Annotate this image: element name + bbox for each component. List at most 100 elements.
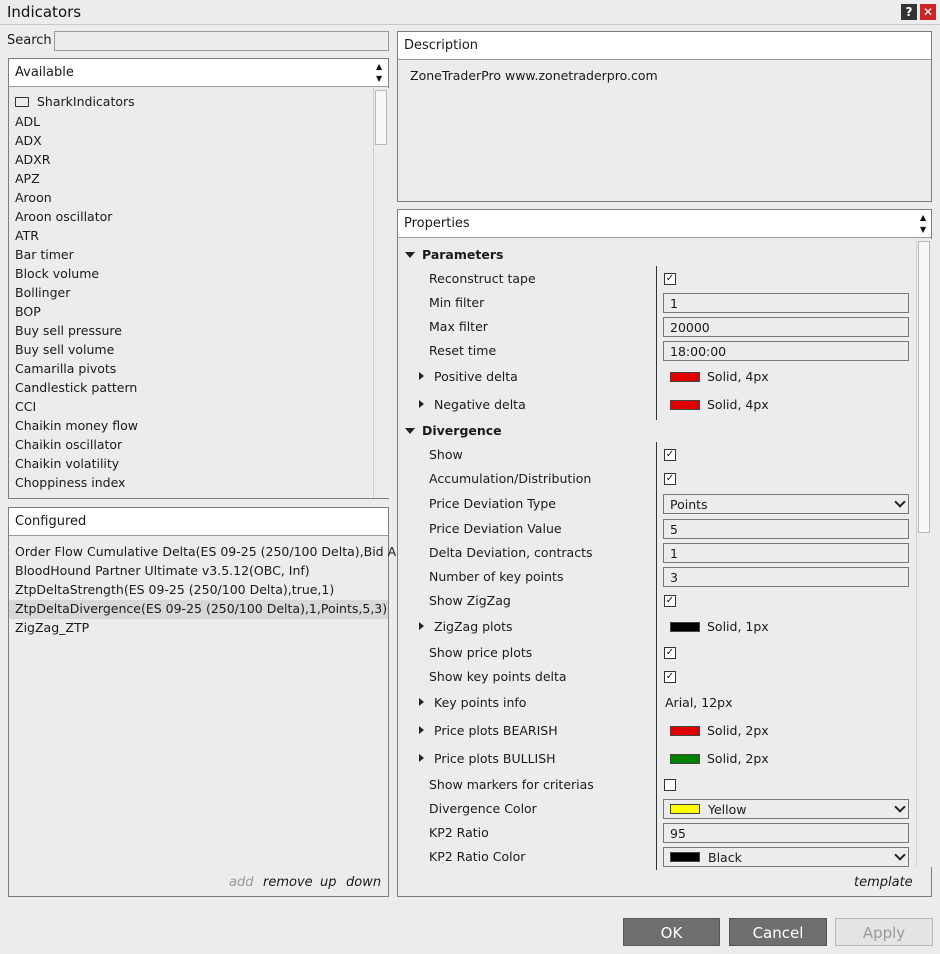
zigzag-swatch [670, 622, 700, 632]
reset-time-field[interactable]: 18:00:00 [663, 341, 909, 361]
bearish-swatch [670, 726, 700, 736]
expand-icon[interactable] [419, 622, 424, 630]
apply-button[interactable]: Apply [835, 918, 933, 946]
list-item[interactable]: Choppiness index [15, 475, 125, 490]
list-item[interactable]: CCI [15, 399, 36, 414]
title-bar [0, 0, 940, 25]
close-button[interactable]: ✕ [920, 4, 936, 20]
list-item[interactable]: Buy sell pressure [15, 323, 122, 338]
list-item[interactable]: ADX [15, 133, 42, 148]
expand-icon[interactable] [419, 400, 424, 408]
row-plots-bullish[interactable]: Price plots BULLISH Solid, 2px [398, 747, 918, 771]
max-filter-field[interactable]: 20000 [663, 317, 909, 337]
row-positive-delta[interactable]: Positive delta Solid, 4px [398, 365, 918, 389]
collapse-icon[interactable] [405, 252, 415, 258]
props-scroll-thumb[interactable] [918, 241, 930, 533]
row-show-price-plots: Show price plots ✓ [429, 645, 676, 660]
list-item[interactable]: ATR [15, 228, 39, 243]
properties-scrollbar[interactable] [916, 239, 932, 867]
description-panel: Description ZoneTraderPro www.zonetrader… [397, 31, 932, 202]
accumulation-checkbox[interactable]: ✓ [664, 473, 676, 485]
list-item[interactable]: Aroon [15, 190, 52, 205]
row-plots-bearish[interactable]: Price plots BEARISH Solid, 2px [398, 719, 918, 743]
available-panel: Available ▲ ▼ SharkIndicators ADL ADX ADXR A… [8, 58, 389, 499]
row-kp2-ratio-color: KP2 Ratio Color Black [398, 845, 918, 869]
list-item[interactable]: Order Flow Cumulative Delta(ES 09-25 (25… [9, 543, 408, 562]
price-dev-type-select[interactable]: Points [663, 494, 909, 514]
expand-icon[interactable] [419, 754, 424, 762]
row-show-kp-delta: Show key points delta ✓ [429, 669, 676, 684]
list-item[interactable]: APZ [15, 171, 40, 186]
down-link[interactable]: down [346, 875, 381, 890]
scroll-down-icon[interactable]: ▼ [376, 75, 382, 83]
reconstruct-tape-checkbox[interactable]: ✓ [664, 273, 676, 285]
key-points-field[interactable]: 3 [663, 567, 909, 587]
template-link[interactable]: template [854, 875, 913, 890]
ok-button[interactable]: OK [623, 918, 720, 946]
property-grid: Parameters Reconstruct tape ✓ Min filter… [398, 243, 916, 873]
configured-header: Configured [9, 508, 388, 536]
folder-item[interactable]: SharkIndicators [15, 94, 135, 109]
list-item[interactable]: ZtpDeltaStrength(ES 09-25 (250/100 Delta… [9, 581, 388, 600]
available-scrollbar[interactable] [373, 88, 389, 498]
remove-link[interactable]: remove [263, 875, 313, 890]
show-zigzag-checkbox[interactable]: ✓ [664, 595, 676, 607]
show-checkbox[interactable]: ✓ [664, 449, 676, 461]
row-zigzag-plots[interactable]: ZigZag plots Solid, 1px [398, 615, 918, 639]
list-item[interactable]: Camarilla pivots [15, 361, 116, 376]
help-button[interactable]: ? [901, 4, 917, 20]
properties-header: Properties [398, 210, 931, 238]
list-item[interactable]: Block volume [15, 266, 99, 281]
row-price-dev-value: Price Deviation Value 5 [398, 517, 918, 541]
section-parameters[interactable]: Parameters [398, 243, 918, 267]
expand-icon[interactable] [419, 726, 424, 734]
row-price-dev-type: Price Deviation Type Points [398, 492, 918, 516]
list-item[interactable]: Chaikin money flow [15, 418, 138, 433]
list-item[interactable]: Aroon oscillator [15, 209, 112, 224]
list-item[interactable]: Bar timer [15, 247, 74, 262]
list-item[interactable]: Buy sell volume [15, 342, 114, 357]
cancel-button[interactable]: Cancel [729, 918, 827, 946]
props-scroll-up-icon[interactable]: ▲ [920, 214, 926, 222]
list-item[interactable]: ADL [15, 114, 40, 129]
row-key-points: Number of key points 3 [398, 565, 918, 589]
configured-panel: Configured Order Flow Cumulative Delta(E… [8, 507, 408, 897]
scroll-up-icon[interactable]: ▲ [376, 63, 382, 71]
description-title: Description [404, 38, 479, 53]
list-item[interactable]: Chaikin volatility [15, 456, 119, 471]
list-item[interactable]: Bollinger [15, 285, 70, 300]
row-max-filter: Max filter 20000 [398, 315, 918, 339]
list-item[interactable]: Candlestick pattern [15, 380, 137, 395]
show-kp-delta-checkbox[interactable]: ✓ [664, 671, 676, 683]
show-price-plots-checkbox[interactable]: ✓ [664, 647, 676, 659]
collapse-icon[interactable] [405, 428, 415, 434]
row-accumulation: Accumulation/Distribution ✓ [429, 471, 676, 486]
list-item[interactable]: ADXR [15, 152, 50, 167]
props-scroll-down-icon[interactable]: ▼ [920, 226, 926, 234]
row-negative-delta[interactable]: Negative delta Solid, 4px [398, 393, 918, 417]
row-kp-info[interactable]: Key points info Arial, 12px [398, 691, 918, 715]
configured-title: Configured [15, 514, 87, 529]
expand-icon[interactable] [419, 372, 424, 380]
min-filter-field[interactable]: 1 [663, 293, 909, 313]
add-link[interactable]: add [229, 875, 253, 890]
divergence-color-select[interactable]: Yellow [663, 799, 909, 819]
list-item[interactable]: ZtpDeltaDivergence(ES 09-25 (250/100 Del… [9, 600, 388, 619]
list-item[interactable]: BloodHound Partner Ultimate v3.5.12(OBC,… [9, 562, 388, 581]
section-divergence[interactable]: Divergence [398, 419, 918, 443]
chevron-down-icon [894, 801, 906, 813]
up-link[interactable]: up [320, 875, 337, 890]
row-reset-time: Reset time 18:00:00 [398, 339, 918, 363]
row-divergence-color: Divergence Color Yellow [398, 797, 918, 821]
list-item[interactable]: BOP [15, 304, 41, 319]
scroll-thumb[interactable] [375, 90, 387, 145]
list-item[interactable]: Chaikin oscillator [15, 437, 122, 452]
list-item[interactable]: ZigZag_ZTP [9, 619, 388, 638]
search-input[interactable] [54, 31, 389, 51]
show-markers-checkbox[interactable] [664, 779, 676, 791]
kp2-ratio-color-select[interactable]: Black [663, 847, 909, 867]
price-dev-value-field[interactable]: 5 [663, 519, 909, 539]
expand-icon[interactable] [419, 698, 424, 706]
kp2-ratio-field[interactable]: 95 [663, 823, 909, 843]
delta-dev-field[interactable]: 1 [663, 543, 909, 563]
